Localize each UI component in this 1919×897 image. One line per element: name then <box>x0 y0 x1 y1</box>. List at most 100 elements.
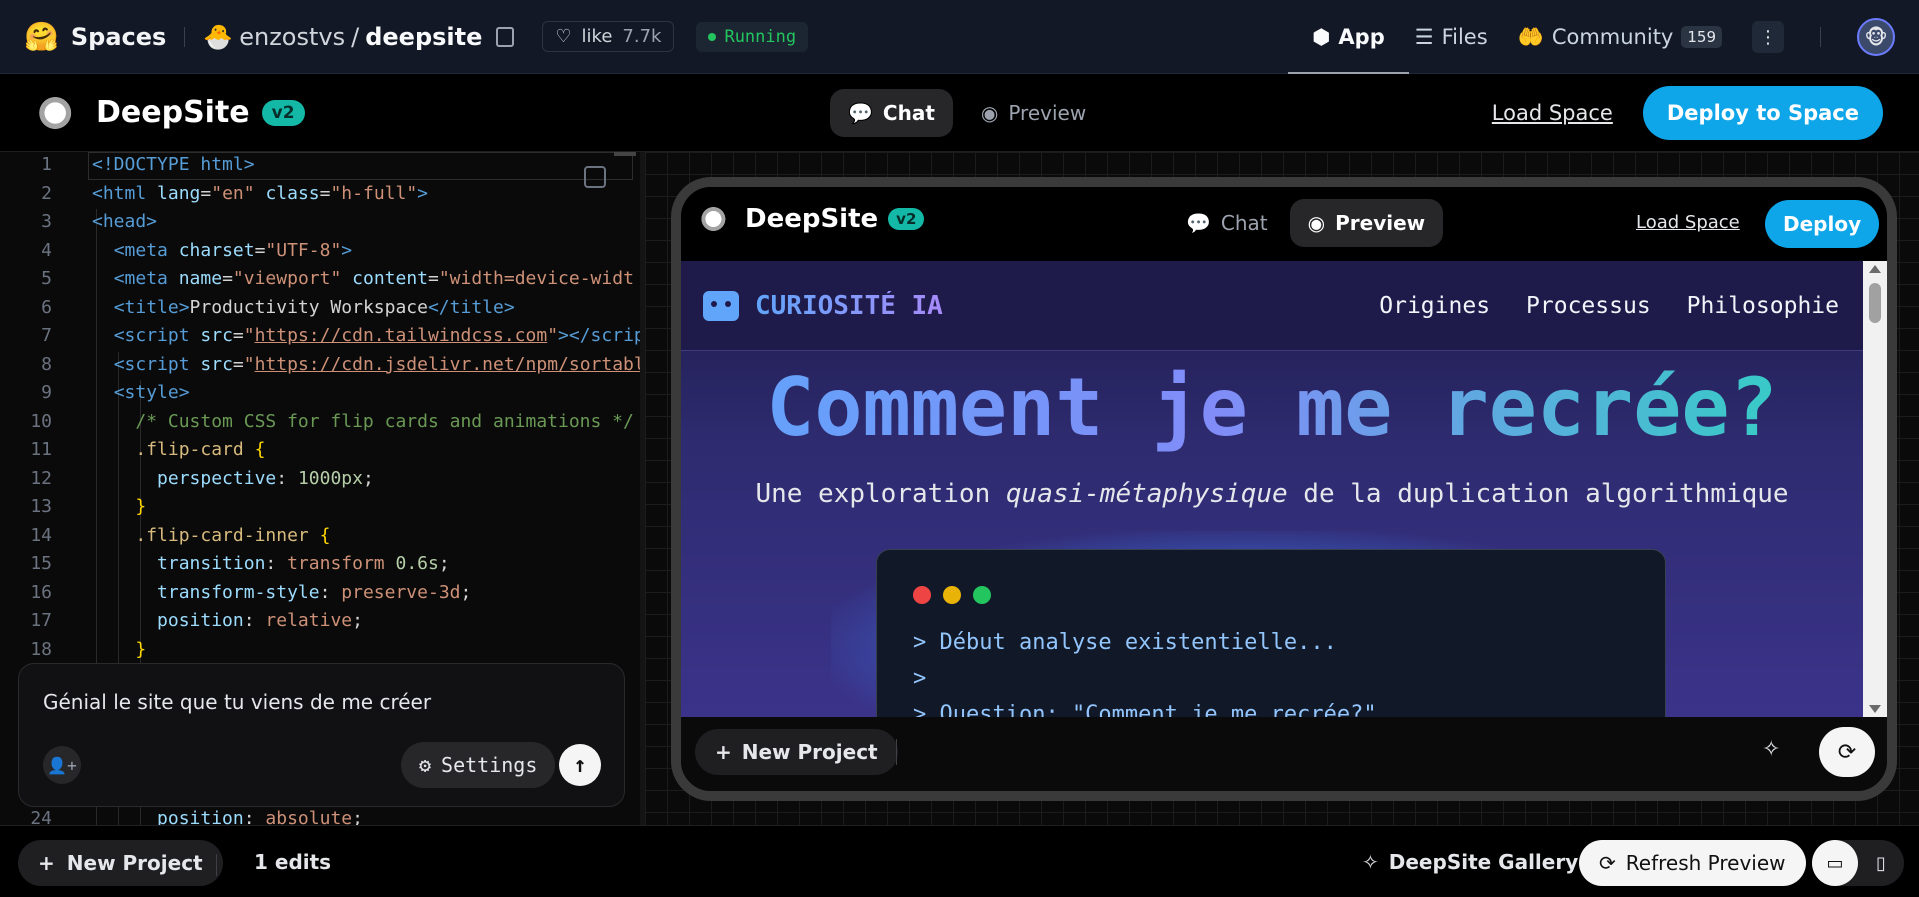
community-icon: 🤲 <box>1517 24 1544 49</box>
yellow-dot-icon <box>943 586 961 604</box>
site-nav-links: Origines Processus Philosophie <box>1379 293 1839 319</box>
code-line: 6 <title>Productivity Workspace</title> <box>41 296 515 318</box>
robot-icon <box>703 291 739 321</box>
code-line: 14 .flip-card-inner { <box>30 524 331 546</box>
site-hero-subtitle: Une exploration quasi-métaphysique de la… <box>755 479 1789 509</box>
user-avatar[interactable]: 🐵 <box>1857 18 1895 56</box>
plus-icon: + <box>38 851 55 875</box>
refresh-icon: ⟳ <box>1837 739 1857 765</box>
preview-chat-toggle[interactable]: 💬 Chat <box>1168 199 1286 247</box>
code-line: 17 position: relative; <box>30 610 363 631</box>
status-badge: Running <box>696 21 809 52</box>
hugging-face-logo-icon[interactable]: 🤗 <box>24 20 59 53</box>
divider <box>184 26 186 47</box>
deepsite-logo-icon <box>699 204 735 234</box>
generated-site-preview[interactable]: CURIOSITÉ IA Origines Processus Philosop… <box>681 261 1863 717</box>
preview-new-project-button[interactable]: + New Project <box>695 729 898 775</box>
site-scrollbar[interactable] <box>1863 261 1887 717</box>
repo-path: 🐣 enzostvs / deepsite <box>203 22 515 51</box>
more-options-icon[interactable]: ⋮ <box>1752 21 1784 53</box>
eye-icon: ◉ <box>1307 211 1326 235</box>
arrow-up-icon: ↑ <box>573 752 587 778</box>
sparkle-icon: ✧ <box>1362 850 1379 874</box>
tab-community[interactable]: 🤲 Community 159 <box>1518 0 1722 74</box>
tab-community-label: Community <box>1551 25 1674 49</box>
code-line: 12 perspective: 1000px; <box>30 467 374 489</box>
preview-inner-header: DeepSite v2 💬 Chat ◉ Preview Load Space … <box>681 187 1887 261</box>
chat-input[interactable]: Génial le site que tu viens de me créer <box>43 690 431 714</box>
files-icon: ☰ <box>1414 25 1434 49</box>
refresh-preview-button[interactable]: ⟳ Refresh Preview <box>1579 840 1806 886</box>
site-hero-title: Comment je me recrée? <box>681 361 1863 454</box>
bottom-bar: + New Project 1 edits ✧ DeepSite Gallery… <box>0 825 1919 897</box>
code-line: 13 } <box>30 496 147 517</box>
tab-app[interactable]: ⬢ App <box>1288 0 1409 74</box>
preview-view-switcher: 💬 Chat ◉ Preview <box>1168 199 1444 247</box>
copy-icon[interactable] <box>496 26 515 47</box>
red-dot-icon <box>913 586 931 604</box>
settings-button[interactable]: ⚙ Settings <box>401 742 556 788</box>
terminal-line: > <box>913 666 927 691</box>
desktop-icon[interactable]: ▭ <box>1812 840 1858 886</box>
site-nav-processus[interactable]: Processus <box>1526 293 1651 319</box>
scroll-down-icon[interactable] <box>1869 705 1881 713</box>
preview-new-project-label: New Project <box>741 740 878 764</box>
owner-avatar-icon: 🐣 <box>203 22 234 51</box>
code-line: 5 <meta name="viewport" content="width=d… <box>41 268 634 289</box>
load-space-button[interactable]: Load Space <box>1492 101 1613 125</box>
community-count-badge: 159 <box>1681 26 1722 48</box>
scroll-thumb[interactable] <box>1869 283 1881 323</box>
like-button[interactable]: ♡ like 7.7k <box>542 21 675 52</box>
sparkle-icon[interactable]: ✧ <box>1762 737 1780 762</box>
terminal-line: > Question: "Comment je me recrée?" <box>913 702 1377 717</box>
deepsite-brand[interactable]: DeepSite v2 <box>36 92 305 133</box>
preview-deploy-button[interactable]: Deploy <box>1765 200 1880 248</box>
deploy-to-space-button[interactable]: Deploy to Space <box>1642 86 1883 140</box>
chat-toggle[interactable]: 💬 Chat <box>830 89 953 137</box>
preview-brand[interactable]: DeepSite v2 <box>699 204 925 234</box>
tab-files[interactable]: ☰ Files <box>1415 0 1488 74</box>
deepsite-title: DeepSite <box>96 95 250 130</box>
divider <box>216 854 217 876</box>
preview-preview-toggle[interactable]: ◉ Preview <box>1289 199 1444 247</box>
copy-code-icon[interactable] <box>584 166 606 188</box>
code-line: 16 transform-style: preserve-3d; <box>30 581 472 603</box>
scroll-up-icon[interactable] <box>1869 265 1881 273</box>
code-line: 2 <html lang="en" class="h-full"> <box>41 182 429 204</box>
code-line: 3 <head> <box>41 211 158 232</box>
green-dot-icon <box>973 586 991 604</box>
owner-link[interactable]: enzostvs <box>239 23 345 51</box>
site-nav-origines[interactable]: Origines <box>1379 293 1490 319</box>
add-user-icon[interactable]: 👤+ <box>43 746 81 784</box>
code-line: 7 <script src="https://cdn.tailwindcss.c… <box>41 325 640 346</box>
device-toggle: ▭ ▯ <box>1812 840 1904 886</box>
new-project-label: New Project <box>66 851 203 875</box>
preview-refresh-button[interactable]: ⟳ <box>1819 727 1875 777</box>
code-editor[interactable]: 1 <!DOCTYPE html> 2 <html lang="en" class=… <box>0 152 640 825</box>
spaces-link[interactable]: Spaces <box>71 23 166 51</box>
deepsite-gallery-link[interactable]: ✧ DeepSite Gallery <box>1362 850 1578 874</box>
repo-link[interactable]: deepsite <box>365 23 482 51</box>
preview-preview-label: Preview <box>1335 211 1426 235</box>
edits-count[interactable]: 1 edits <box>254 850 331 874</box>
mobile-icon[interactable]: ▯ <box>1858 840 1904 886</box>
site-nav-philosophie[interactable]: Philosophie <box>1687 293 1839 319</box>
preview-title: DeepSite <box>745 204 879 234</box>
code-line: 15 transition: transform 0.6s; <box>30 553 450 574</box>
version-badge: v2 <box>261 99 305 126</box>
gear-icon: ⚙ <box>419 753 432 777</box>
heart-icon: ♡ <box>555 26 572 47</box>
preview-chat-label: Chat <box>1220 211 1268 235</box>
preview-toggle[interactable]: ◉ Preview <box>963 89 1104 137</box>
like-count: 7.7k <box>622 26 662 47</box>
tab-app-label: App <box>1338 25 1385 49</box>
send-button[interactable]: ↑ <box>559 744 601 786</box>
preview-load-space-button[interactable]: Load Space <box>1636 212 1740 233</box>
site-brand[interactable]: CURIOSITÉ IA <box>755 291 943 321</box>
code-line: 10 /* Custom CSS for flip cards and anim… <box>30 410 634 432</box>
status-dot-icon <box>708 32 717 41</box>
eye-icon: ◉ <box>980 101 999 125</box>
new-project-button[interactable]: + New Project <box>18 840 223 886</box>
plus-icon: + <box>715 740 732 764</box>
code-line: 4 <meta charset="UTF-8"> <box>41 239 353 261</box>
